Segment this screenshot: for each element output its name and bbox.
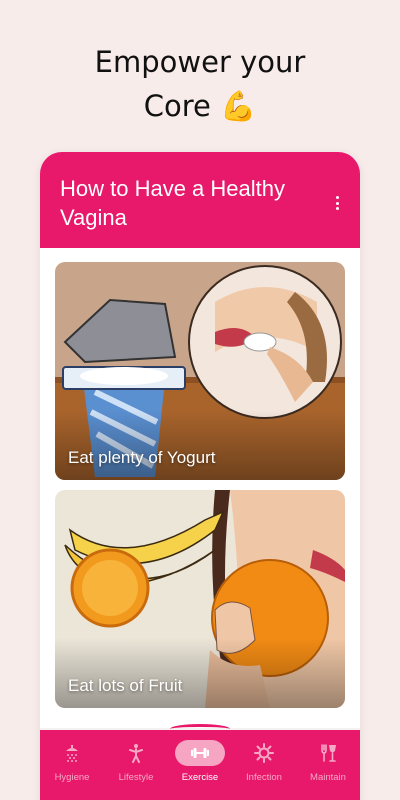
bottom-nav: Hygiene Lifestyle Exercise Infection Mai…	[40, 730, 360, 800]
nav-label: Maintain	[310, 772, 346, 783]
tips-list[interactable]: Eat plenty of Yogurt Eat lots of Fruit	[40, 248, 360, 728]
nav-exercise[interactable]: Exercise	[168, 730, 232, 800]
dumbbell-icon	[191, 748, 209, 758]
fork-glass-icon	[321, 744, 336, 762]
page-title: How to Have a Healthy Vagina	[60, 176, 285, 230]
app-bar: How to Have a Healthy Vagina	[40, 152, 360, 248]
shower-icon	[66, 745, 78, 762]
nav-lifestyle[interactable]: Lifestyle	[104, 730, 168, 800]
tip-card-label: Eat plenty of Yogurt	[68, 448, 216, 467]
promo-header: Empower your Core 💪	[0, 40, 400, 128]
tip-card-yogurt[interactable]: Eat plenty of Yogurt	[55, 262, 345, 480]
nav-label: Infection	[246, 772, 282, 783]
virus-icon	[254, 743, 274, 763]
promo-line-1: Empower your	[94, 45, 306, 79]
nav-label: Exercise	[181, 772, 219, 783]
nav-maintain[interactable]: Maintain	[296, 730, 360, 800]
phone-frame: How to Have a Healthy Vagina Eat plenty …	[40, 152, 360, 800]
nav-infection[interactable]: Infection	[232, 730, 296, 800]
tip-card-fruit[interactable]: Eat lots of Fruit	[55, 490, 345, 708]
tip-card-label: Eat lots of Fruit	[68, 676, 183, 695]
nav-hygiene[interactable]: Hygiene	[40, 730, 104, 800]
nav-label: Lifestyle	[118, 772, 154, 783]
nav-label: Hygiene	[54, 772, 90, 783]
more-vertical-icon[interactable]	[334, 196, 340, 212]
stretching-person-icon	[129, 744, 143, 763]
promo-line-2: Core 💪	[143, 89, 257, 123]
